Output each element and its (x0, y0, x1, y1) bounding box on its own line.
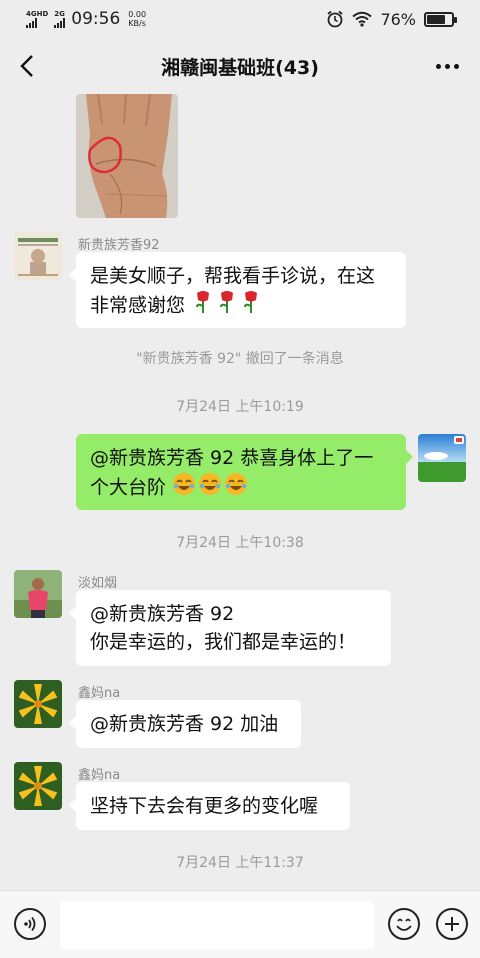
message-text: 个大台阶 (90, 472, 392, 504)
more-functions-button[interactable] (436, 908, 468, 940)
avatar[interactable] (14, 680, 62, 728)
message-text: 你是幸运的，我们都是幸运的！ (90, 631, 357, 653)
lily-flower-image (14, 680, 62, 728)
more-options-button[interactable] (432, 54, 462, 78)
self-avatar[interactable] (418, 434, 466, 482)
recall-notice: "新贵族芳香 92" 撤回了一条消息 (136, 351, 344, 367)
palm-photo-message[interactable] (76, 94, 178, 218)
voice-button[interactable] (14, 908, 46, 940)
battery-percent: 76% (380, 9, 416, 29)
back-button[interactable] (14, 52, 40, 80)
timestamp: 7月24日 上午10:38 (176, 535, 304, 551)
laugh-emoji-icon (172, 472, 250, 504)
chevron-left-icon (20, 55, 33, 77)
wifi-icon (352, 11, 373, 27)
message-text: 非常感谢您 (90, 290, 392, 322)
status-left: 4GHD 2G 09:56 0.00 KB/s (26, 9, 146, 29)
message-text: 是美女顺子，帮我看手诊说，在这 (90, 265, 376, 287)
network-signal-4g: 4GHD (26, 10, 48, 28)
plus-icon (445, 917, 459, 931)
dot-icon (435, 63, 441, 69)
avatar-image (14, 570, 62, 618)
avatar-image (418, 434, 466, 482)
emoji-icon (396, 918, 412, 931)
lily-flower-image (14, 762, 62, 810)
message-bubble[interactable]: @新贵族芳香 92 你是幸运的，我们都是幸运的！ (69, 590, 391, 666)
avatar[interactable] (14, 570, 62, 618)
status-bar: 4GHD 2G 09:56 0.00 KB/s 76% (0, 0, 480, 38)
chat-messages[interactable]: 新贵族芳香92 是美女顺子，帮我看手诊说，在这 非常感谢您 "新贵族芳香 92"… (0, 94, 480, 890)
message-text: @新贵族芳香 92 加油 (90, 713, 279, 735)
network-speed: 0.00 KB/s (128, 10, 147, 28)
message-bubble[interactable]: @新贵族芳香 92 加油 (69, 700, 301, 748)
avatar[interactable] (14, 232, 62, 280)
chat-title: 湘赣闽基础班(43) (161, 56, 319, 79)
dot-icon (444, 63, 450, 69)
rose-icon (191, 290, 263, 322)
dot-icon (453, 63, 459, 69)
palm-image (76, 94, 178, 218)
clock: 09:56 (71, 9, 121, 29)
sender-name: 新贵族芳香92 (78, 238, 160, 253)
message-bubble[interactable]: 坚持下去会有更多的变化喔 (69, 782, 350, 830)
avatar-image (14, 232, 62, 280)
message-input[interactable] (60, 901, 374, 949)
input-bar (0, 890, 480, 958)
chat-header: 湘赣闽基础班(43) (0, 38, 480, 94)
message-text: @新贵族芳香 92 (90, 603, 235, 625)
sender-name: 鑫妈na (78, 768, 121, 783)
self-message-bubble[interactable]: @新贵族芳香 92 恭喜身体上了一 个大台阶 (76, 434, 413, 510)
avatar[interactable] (14, 762, 62, 810)
timestamp: 7月24日 上午11:37 (176, 855, 304, 871)
sender-name: 鑫妈na (78, 686, 121, 701)
sender-name: 淡如烟 (78, 576, 118, 591)
alarm-icon (327, 10, 344, 28)
timestamp: 7月24日 上午10:19 (176, 399, 304, 415)
emoji-button[interactable] (388, 908, 420, 940)
status-right: 76% (326, 9, 457, 29)
voice-icon (24, 916, 36, 932)
message-text: @新贵族芳香 92 恭喜身体上了一 (90, 447, 374, 469)
network-signal-2g: 2G (54, 10, 66, 28)
message-text: 坚持下去会有更多的变化喔 (90, 795, 319, 817)
battery-icon (424, 11, 457, 27)
message-bubble[interactable]: 是美女顺子，帮我看手诊说，在这 非常感谢您 (69, 252, 406, 328)
